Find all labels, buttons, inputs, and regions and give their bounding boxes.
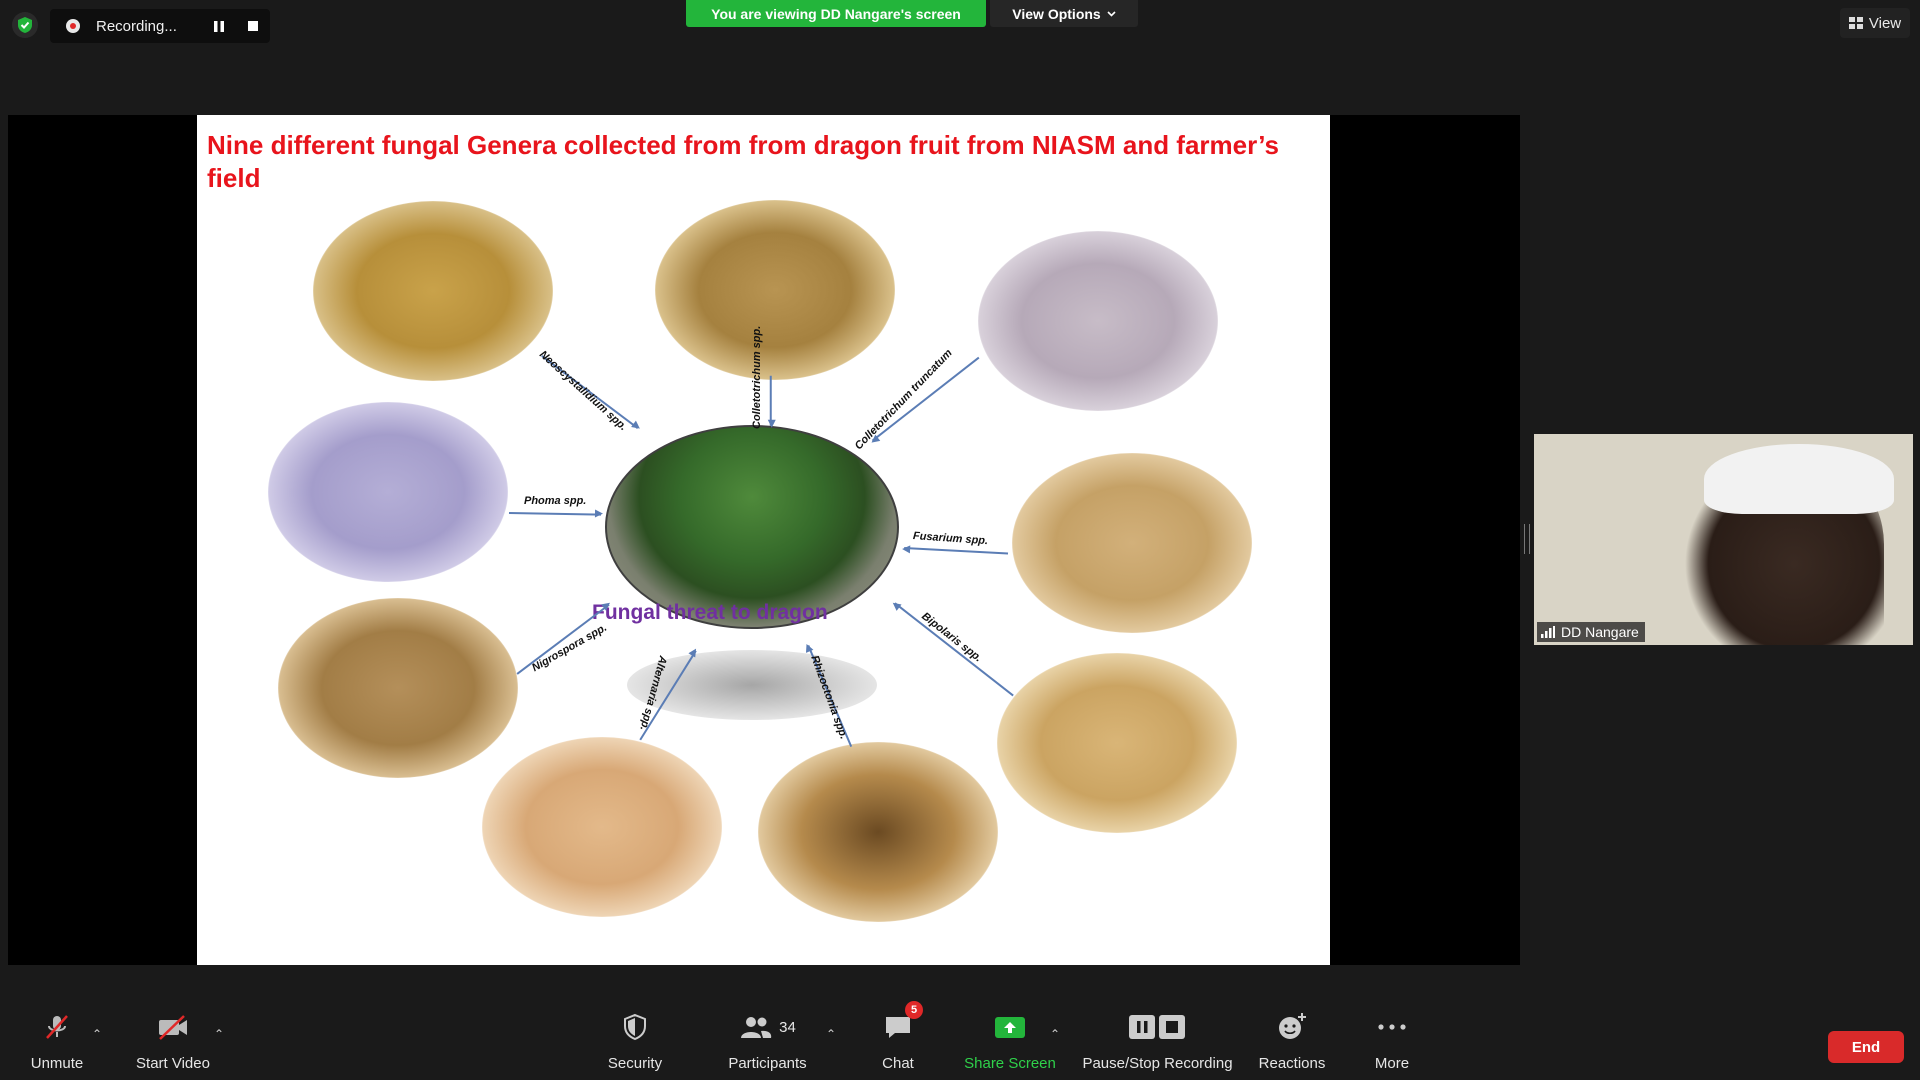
genus-label-colletotrichum: Colletotrichum spp.	[751, 325, 763, 429]
panel-resize-handle[interactable]	[1524, 524, 1530, 554]
participant-name: DD Nangare	[1561, 624, 1639, 640]
micrograph-colletotrichum-truncatum	[978, 231, 1218, 411]
participants-icon: 34	[739, 1005, 796, 1049]
security-label: Security	[607, 1055, 663, 1072]
chat-unread-badge: 5	[905, 1001, 923, 1019]
micrograph-colletotrichum	[655, 200, 895, 380]
signal-strength-icon	[1541, 626, 1555, 638]
view-options-button[interactable]: View Options	[990, 0, 1138, 27]
genus-label-colletotrichum-truncatum: Colletotrichum truncatum	[852, 347, 955, 453]
muted-microphone-icon	[42, 1005, 72, 1049]
participants-label: Participants	[728, 1055, 807, 1072]
more-label: More	[1374, 1055, 1410, 1072]
share-screen-label: Share Screen	[964, 1055, 1056, 1072]
recording-indicator: Recording...	[50, 9, 270, 43]
arrow-colletotrichum	[770, 375, 772, 426]
meeting-toolbar: Unmute ⌃ Start Video ⌃ Security 34 Parti…	[0, 1001, 1920, 1080]
pause-recording-button[interactable]	[207, 14, 231, 38]
start-video-label: Start Video	[136, 1055, 210, 1072]
view-label: View	[1868, 14, 1902, 32]
chat-label: Chat	[882, 1055, 914, 1072]
reactions-button[interactable]: Reactions	[1252, 1005, 1332, 1080]
participant-name-tag: DD Nangare	[1537, 622, 1645, 642]
video-off-icon	[156, 1005, 190, 1049]
genus-label-phoma: Phoma spp.	[524, 495, 587, 507]
micrograph-neoscystalidium	[313, 201, 553, 381]
micrograph-alternaria	[482, 737, 722, 917]
participants-button[interactable]: 34 Participants	[720, 1005, 815, 1080]
chat-button[interactable]: 5 Chat	[868, 1001, 928, 1080]
stop-recording-button[interactable]	[241, 14, 265, 38]
recording-label: Recording...	[96, 17, 177, 35]
chat-icon: 5	[883, 1001, 923, 1049]
genus-label-neoscystalidium: Neoscystalidium spp.	[536, 348, 630, 434]
share-screen-button[interactable]: Share Screen	[960, 1005, 1060, 1080]
arrow-fusarium	[904, 547, 1009, 555]
share-screen-icon	[994, 1005, 1026, 1049]
grid-view-icon	[1848, 17, 1863, 29]
shield-icon	[622, 1005, 648, 1049]
unmute-label: Unmute	[30, 1055, 84, 1072]
more-button[interactable]: More	[1362, 1005, 1422, 1080]
dragon-fruit-plant-photo	[605, 425, 899, 629]
slide-title: Nine different fungal Genera collected f…	[207, 130, 1279, 193]
security-button[interactable]: Security	[590, 1005, 680, 1080]
micrograph-rhizoctonia	[758, 742, 998, 922]
presentation-slide: Nine different fungal Genera collected f…	[197, 115, 1330, 965]
micrograph-fusarium	[1012, 453, 1252, 633]
participants-count: 34	[779, 1018, 796, 1036]
reactions-label: Reactions	[1258, 1055, 1326, 1072]
arrow-bipolaris	[894, 602, 1014, 697]
pause-stop-recording-button[interactable]: Pause/Stop Recording	[1080, 1005, 1235, 1080]
participants-options-chevron-icon[interactable]: ⌃	[826, 1027, 838, 1041]
pause-stop-recording-label: Pause/Stop Recording	[1082, 1055, 1233, 1072]
chevron-down-icon	[1107, 10, 1116, 17]
micrograph-nigrospora	[278, 598, 518, 778]
view-options-label: View Options	[1012, 5, 1101, 22]
viewing-screen-banner: You are viewing DD Nangare's screen	[686, 0, 986, 27]
participant-video-tile[interactable]: DD Nangare	[1534, 434, 1913, 645]
micrograph-phoma	[268, 402, 508, 582]
micrograph-bipolaris	[997, 653, 1237, 833]
genus-label-fusarium: Fusarium spp.	[912, 530, 989, 548]
unmute-button[interactable]: Unmute	[22, 1005, 92, 1080]
video-options-chevron-icon[interactable]: ⌃	[214, 1027, 226, 1041]
smiley-add-icon	[1276, 1005, 1308, 1049]
share-options-chevron-icon[interactable]: ⌃	[1050, 1027, 1062, 1041]
recording-dot-icon	[66, 19, 80, 33]
end-meeting-button[interactable]: End	[1828, 1031, 1904, 1063]
genus-label-nigrospora: Nigrospora spp.	[530, 621, 610, 675]
center-label: Fungal threat to dragon	[592, 601, 828, 624]
participant-cap	[1704, 444, 1894, 514]
audio-options-chevron-icon[interactable]: ⌃	[92, 1027, 104, 1041]
start-video-button[interactable]: Start Video	[128, 1005, 218, 1080]
security-shield-icon[interactable]	[12, 12, 38, 38]
view-button[interactable]: View	[1840, 8, 1910, 38]
genus-label-bipolaris: Bipolaris spp.	[919, 610, 985, 665]
arrow-phoma	[508, 512, 601, 516]
more-dots-icon	[1377, 1005, 1407, 1049]
pause-stop-icon	[1128, 1005, 1188, 1049]
